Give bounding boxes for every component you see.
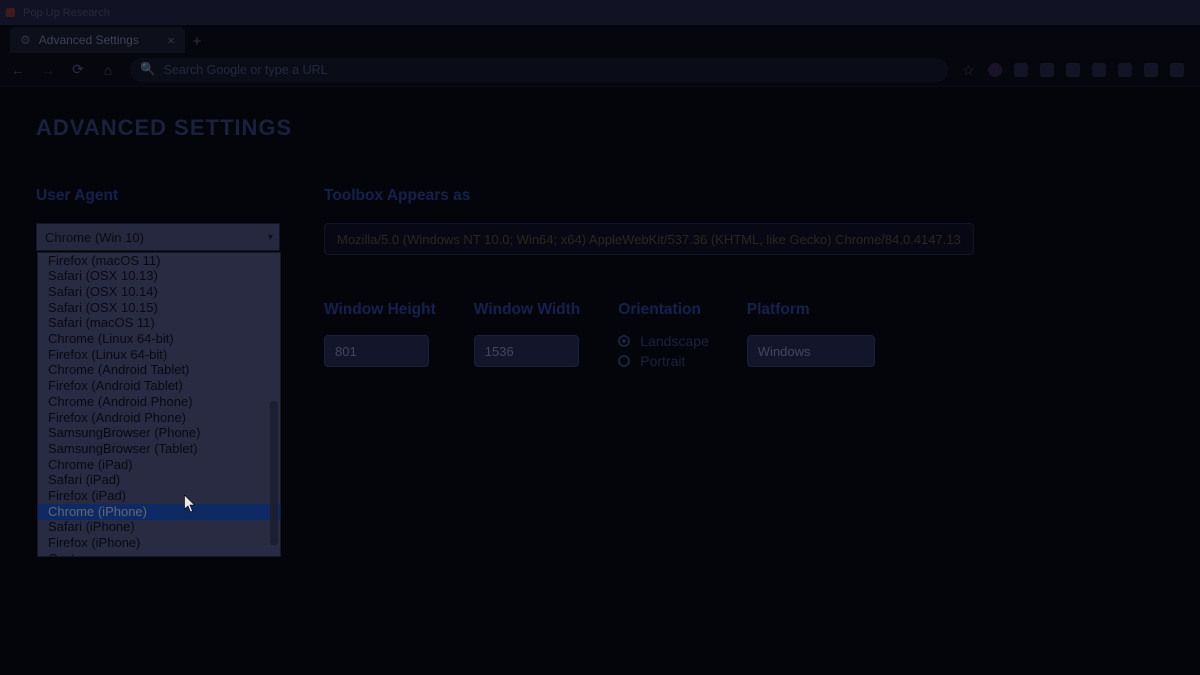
- os-close-button[interactable]: [6, 8, 15, 17]
- page-content: ADVANCED SETTINGS User Agent Chrome (Win…: [0, 87, 1200, 675]
- extension-icon-1[interactable]: [988, 63, 1002, 77]
- reload-icon[interactable]: ⟳: [70, 61, 86, 78]
- user-agent-dropdown: Firefox (macOS 11)Safari (OSX 10.13)Safa…: [37, 252, 281, 557]
- orientation-landscape-label: Landscape: [640, 333, 709, 349]
- browser-toolbar: ← → ⟳ ⌂ 🔍 Search Google or type a URL ☆: [0, 53, 1200, 87]
- user-agent-selected-value: Chrome (Win 10): [45, 230, 144, 245]
- platform-input[interactable]: Windows: [747, 335, 875, 367]
- chevron-down-icon: ▾: [268, 232, 273, 243]
- user-agent-option[interactable]: Safari (iPhone): [38, 520, 280, 536]
- user-agent-option[interactable]: Firefox (macOS 11): [38, 253, 280, 269]
- window-width-value: 1536: [485, 344, 514, 359]
- toolbox-value: Mozilla/5.0 (Windows NT 10.0; Win64; x64…: [337, 232, 961, 247]
- orientation-portrait[interactable]: Portrait: [618, 353, 709, 369]
- bookmark-star-icon[interactable]: ☆: [962, 63, 976, 77]
- radio-icon: [618, 335, 630, 347]
- new-tab-button[interactable]: +: [185, 29, 209, 53]
- label-platform: Platform: [747, 301, 875, 319]
- extension-icon-7[interactable]: [1144, 63, 1158, 77]
- toolbox-output: Mozilla/5.0 (Windows NT 10.0; Win64; x64…: [324, 223, 974, 255]
- user-agent-option[interactable]: Firefox (iPhone): [38, 536, 280, 552]
- forward-icon[interactable]: →: [40, 62, 56, 78]
- search-icon: 🔍: [140, 62, 156, 77]
- orientation-portrait-label: Portrait: [640, 353, 685, 369]
- extension-icon-8[interactable]: [1170, 63, 1184, 77]
- extension-icons: ☆: [962, 63, 1190, 77]
- page-title: ADVANCED SETTINGS: [36, 115, 1164, 141]
- window-height-value: 801: [335, 344, 357, 359]
- label-orientation: Orientation: [618, 301, 709, 319]
- extension-icon-4[interactable]: [1066, 63, 1080, 77]
- tab-close-icon[interactable]: ×: [167, 33, 175, 48]
- user-agent-option[interactable]: Chrome (iPad): [38, 457, 280, 473]
- window-width-input[interactable]: 1536: [474, 335, 579, 367]
- user-agent-option[interactable]: Chrome (iPhone): [38, 504, 280, 520]
- user-agent-option[interactable]: Chrome (Android Tablet): [38, 363, 280, 379]
- user-agent-option[interactable]: Firefox (Android Phone): [38, 410, 280, 426]
- label-window-width: Window Width: [474, 301, 580, 319]
- extension-icon-5[interactable]: [1092, 63, 1106, 77]
- os-title-text: Pop Up Research: [23, 7, 110, 19]
- extension-icon-6[interactable]: [1118, 63, 1132, 77]
- label-toolbox: Toolbox Appears as: [324, 187, 1164, 205]
- browser-tab-strip: ⚙ Advanced Settings × +: [0, 25, 1200, 53]
- orientation-landscape[interactable]: Landscape: [618, 333, 709, 349]
- label-user-agent: User Agent: [36, 187, 286, 205]
- user-agent-option[interactable]: Firefox (iPad): [38, 489, 280, 505]
- os-titlebar: Pop Up Research: [0, 0, 1200, 25]
- dropdown-scrollbar[interactable]: [270, 401, 278, 545]
- user-agent-option[interactable]: SamsungBrowser (Phone): [38, 426, 280, 442]
- tab-title: Advanced Settings: [39, 33, 139, 47]
- label-window-height: Window Height: [324, 301, 436, 319]
- extension-icon-2[interactable]: [1014, 63, 1028, 77]
- back-icon[interactable]: ←: [10, 62, 26, 78]
- user-agent-option[interactable]: SamsungBrowser (Tablet): [38, 441, 280, 457]
- user-agent-option[interactable]: Safari (macOS 11): [38, 316, 280, 332]
- extension-icon-3[interactable]: [1040, 63, 1054, 77]
- user-agent-option[interactable]: Safari (OSX 10.14): [38, 284, 280, 300]
- user-agent-option[interactable]: Firefox (Android Tablet): [38, 379, 280, 395]
- user-agent-option[interactable]: Safari (OSX 10.13): [38, 269, 280, 285]
- user-agent-option[interactable]: Custom...: [38, 551, 280, 557]
- radio-icon: [618, 355, 630, 367]
- user-agent-option[interactable]: Chrome (Linux 64-bit): [38, 332, 280, 348]
- user-agent-option[interactable]: Safari (iPad): [38, 473, 280, 489]
- user-agent-select[interactable]: Chrome (Win 10) ▾ Firefox (macOS 11)Safa…: [36, 223, 280, 251]
- user-agent-option[interactable]: Firefox (Linux 64-bit): [38, 347, 280, 363]
- omnibox-placeholder: Search Google or type a URL: [164, 63, 328, 77]
- platform-value: Windows: [758, 344, 811, 359]
- user-agent-option[interactable]: Safari (OSX 10.15): [38, 300, 280, 316]
- browser-tab-active[interactable]: ⚙ Advanced Settings ×: [10, 27, 185, 53]
- gear-icon: ⚙: [20, 33, 31, 47]
- user-agent-option[interactable]: Chrome (Android Phone): [38, 394, 280, 410]
- window-height-input[interactable]: 801: [324, 335, 429, 367]
- home-icon[interactable]: ⌂: [100, 62, 116, 78]
- omnibox[interactable]: 🔍 Search Google or type a URL: [130, 58, 948, 82]
